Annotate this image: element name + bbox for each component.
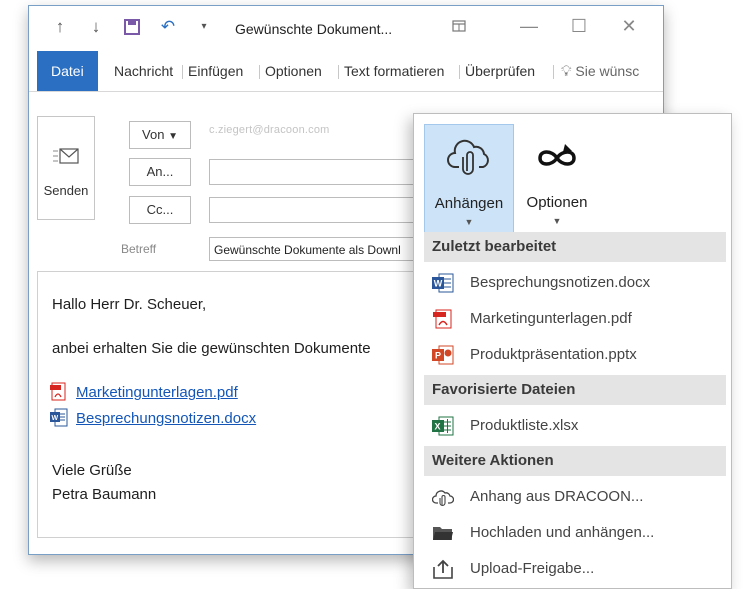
menu-item-label: Produktpräsentation.pptx	[470, 346, 637, 363]
body-line: anbei erhalten Sie die gewünschten Dokum…	[52, 340, 371, 357]
save-icon[interactable]	[121, 16, 143, 42]
chevron-down-icon: ▼	[168, 131, 178, 142]
tab-separator	[259, 65, 260, 79]
menu-item[interactable]: Hochladen und anhängen...	[424, 516, 726, 550]
tab-text-formatieren[interactable]: Text formatieren	[344, 51, 444, 91]
cloud-attach-icon	[432, 490, 454, 507]
body-closing: Viele Grüße	[52, 462, 132, 479]
tab-separator	[338, 65, 339, 79]
svg-text:W: W	[52, 415, 59, 422]
cloud-attach-icon	[447, 139, 489, 175]
attach-label: Anhängen	[434, 195, 504, 212]
title-bar: ↑ ↓ ↶ ▾ Gewünschte Dokument... — ☐ ✕	[29, 6, 663, 50]
body-greeting: Hallo Herr Dr. Scheuer,	[52, 296, 207, 313]
cc-button[interactable]: Cc...	[129, 196, 191, 224]
menu-item[interactable]: P Produktpräsentation.pptx	[424, 338, 726, 372]
send-button[interactable]: Senden	[37, 116, 95, 220]
options-button[interactable]: Optionen ▼	[514, 124, 600, 232]
subject-label: Betreff	[121, 242, 157, 256]
word-file-icon: W	[50, 408, 68, 427]
close-icon[interactable]: ✕	[609, 14, 649, 38]
attachment-link[interactable]: Besprechungsnotizen.docx	[76, 410, 256, 427]
tell-me-box[interactable]: 💡︎ Sie wünsc	[561, 51, 639, 91]
tab-ueberpruefen[interactable]: Überprüfen	[465, 51, 535, 91]
send-label: Senden	[43, 183, 89, 198]
menu-item-label: Besprechungsnotizen.docx	[470, 274, 651, 291]
menu-item-label: Produktliste.xlsx	[470, 417, 579, 434]
up-arrow-icon[interactable]: ↑	[49, 16, 71, 38]
menu-item[interactable]: W Besprechungsnotizen.docx	[424, 266, 726, 300]
tab-separator	[182, 65, 183, 79]
lightbulb-icon: 💡︎	[561, 63, 572, 80]
section-header-favorites: Favorisierte Dateien	[424, 375, 726, 405]
svg-text:X: X	[435, 422, 441, 432]
menu-item[interactable]: Upload-Freigabe...	[424, 552, 726, 586]
section-header-more-actions: Weitere Aktionen	[424, 446, 726, 476]
pdf-file-icon	[50, 382, 66, 401]
upload-share-icon	[433, 559, 453, 579]
ribbon-tabs: Datei Nachricht Einfügen Optionen Text f…	[29, 51, 663, 92]
undo-icon[interactable]: ↶	[157, 16, 179, 38]
pdf-file-icon	[433, 309, 452, 329]
tab-optionen[interactable]: Optionen	[265, 51, 322, 91]
chevron-down-icon: ▼	[464, 217, 474, 227]
tell-me-label: Sie wünsc	[575, 63, 640, 79]
folder-icon	[433, 527, 453, 540]
tab-datei[interactable]: Datei	[37, 51, 98, 91]
menu-item-label: Marketingunterlagen.pdf	[470, 310, 632, 327]
down-arrow-icon[interactable]: ↓	[85, 16, 107, 38]
tab-separator	[459, 65, 460, 79]
restore-ribbon-icon[interactable]	[439, 14, 479, 38]
attachment-link[interactable]: Marketingunterlagen.pdf	[76, 384, 238, 401]
menu-item[interactable]: Marketingunterlagen.pdf	[424, 302, 726, 336]
chevron-down-icon: ▼	[552, 216, 562, 226]
window-title: Gewünschte Dokument...	[235, 21, 393, 37]
maximize-icon[interactable]: ☐	[559, 14, 599, 38]
menu-item-label: Anhang aus DRACOON...	[470, 488, 644, 505]
tab-separator	[553, 65, 554, 79]
attach-dropdown-panel: Anhängen ▼ Optionen ▼ Zuletzt bearbeitet…	[413, 113, 732, 589]
svg-text:P: P	[435, 351, 441, 361]
customize-dropdown-icon[interactable]: ▾	[193, 16, 215, 38]
section-header-recent: Zuletzt bearbeitet	[424, 232, 726, 262]
envelope-icon	[53, 148, 79, 164]
menu-item-label: Hochladen und anhängen...	[470, 524, 655, 541]
tab-nachricht[interactable]: Nachricht	[114, 51, 173, 91]
to-button[interactable]: An...	[129, 158, 191, 186]
body-signature: Petra Baumann	[52, 486, 157, 503]
from-button[interactable]: Von ▼	[129, 121, 191, 149]
menu-item[interactable]: X Produktliste.xlsx	[424, 409, 726, 443]
from-label: Von	[142, 127, 165, 142]
menu-item-label: Upload-Freigabe...	[470, 560, 595, 577]
excel-file-icon: X	[432, 416, 454, 436]
options-label: Optionen	[526, 194, 588, 211]
minimize-icon[interactable]: —	[509, 14, 549, 38]
svg-text:W: W	[434, 279, 443, 289]
menu-item[interactable]: Anhang aus DRACOON...	[424, 480, 726, 514]
from-address: c.ziegert@dracoon.com	[209, 124, 330, 136]
infinity-refresh-icon	[538, 144, 576, 166]
attach-button[interactable]: Anhängen ▼	[424, 124, 514, 234]
tab-einfuegen[interactable]: Einfügen	[188, 51, 243, 91]
word-file-icon: W	[432, 273, 454, 293]
powerpoint-file-icon: P	[432, 345, 454, 365]
